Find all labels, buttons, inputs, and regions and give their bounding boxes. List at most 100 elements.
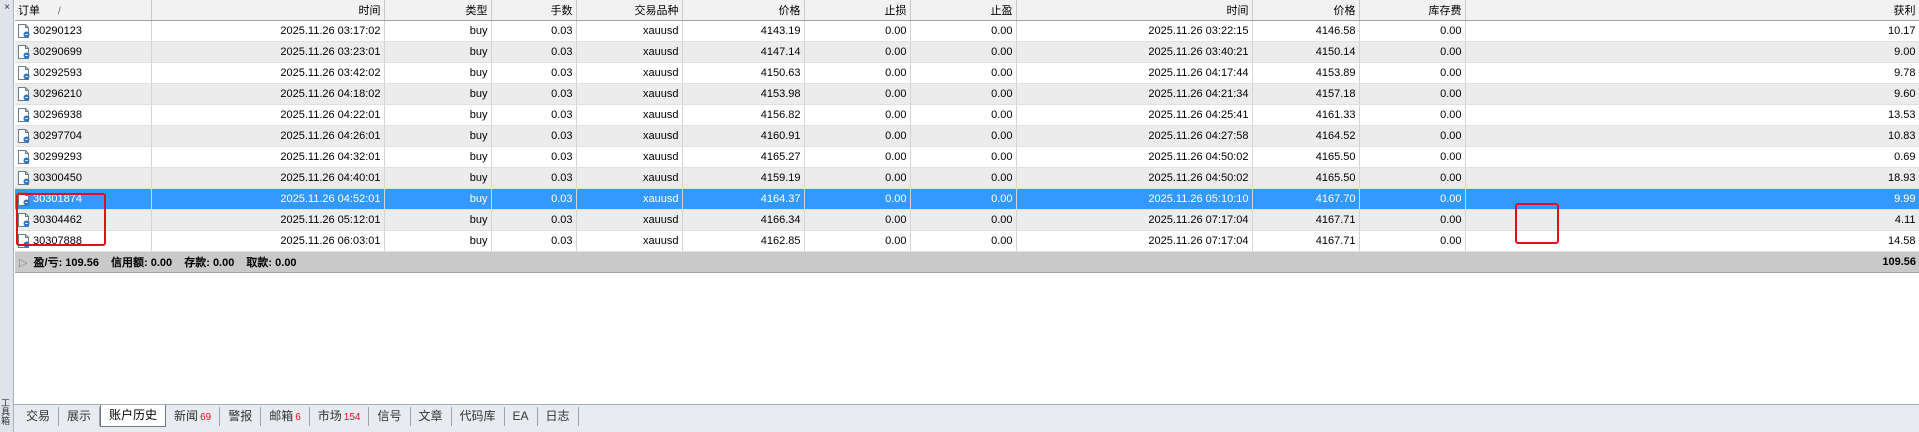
cell-close-price: 4165.50 <box>1252 167 1360 189</box>
column-header-take-profit[interactable]: 止盈 <box>910 0 1017 21</box>
tab-11[interactable]: 日志 <box>538 407 579 426</box>
column-header-profit[interactable]: 获利 <box>1465 0 1919 21</box>
tab-label: 账户历史 <box>109 408 158 422</box>
cell-order: 30292593 <box>15 62 152 84</box>
cell-symbol: xauusd <box>576 20 683 42</box>
cell-symbol: xauusd <box>576 62 683 84</box>
tab-strip: 交易 展示 账户历史 新闻 69 警报 邮箱 6 市场 154 信号 文章 代码库 EA 日志 <box>18 405 579 427</box>
cell-type: buy <box>384 230 492 252</box>
cell-swap: 0.00 <box>1359 188 1466 210</box>
summary-deposit: 存款: 0.00 <box>184 256 235 269</box>
cell-stop-loss: 0.00 <box>804 104 911 126</box>
table-row[interactable]: 30301874 2025.11.26 04:52:01 buy 0.03 xauusd… <box>15 188 1919 210</box>
tab-1[interactable]: 展示 <box>59 407 101 426</box>
column-header-close-price[interactable]: 价格 <box>1252 0 1360 21</box>
summary-row: ▷ 盈/亏: 109.56 信用额: 0.00 存款: 0.00 取款: 0.0… <box>15 251 1919 273</box>
cell-swap: 0.00 <box>1359 20 1466 42</box>
table-row[interactable]: 30299293 2025.11.26 04:32:01 buy 0.03 xauusd… <box>15 146 1919 168</box>
history-table: 订单 / 时间 类型 手数 交易品种 价格 止损 止盈 时间 价格 库存费 获利 … <box>15 0 1919 273</box>
cell-close-time: 2025.11.26 07:17:04 <box>1016 230 1253 252</box>
cell-volume: 0.03 <box>491 230 577 252</box>
tab-9[interactable]: 代码库 <box>452 407 505 426</box>
table-row[interactable]: 30304462 2025.11.26 05:12:01 buy 0.03 xauusd… <box>15 209 1919 231</box>
table-row[interactable]: 30296938 2025.11.26 04:22:01 buy 0.03 xauusd… <box>15 104 1919 126</box>
column-header-type[interactable]: 类型 <box>384 0 492 21</box>
cell-take-profit: 0.00 <box>910 188 1017 210</box>
cell-open-price: 4147.14 <box>682 41 805 63</box>
annotation-box-profit-summary <box>16 193 106 246</box>
tab-2[interactable]: 账户历史 <box>100 405 167 427</box>
cell-close-time: 2025.11.26 04:25:41 <box>1016 104 1253 126</box>
cell-volume: 0.03 <box>491 41 577 63</box>
summary-profit: 盈/亏: 109.56 <box>33 256 99 269</box>
column-header-swap[interactable]: 库存费 <box>1359 0 1466 21</box>
sort-indicator: / <box>58 5 61 17</box>
cell-profit: 13.53 <box>1465 104 1919 126</box>
table-row[interactable]: 30297704 2025.11.26 04:26:01 buy 0.03 xauusd… <box>15 125 1919 147</box>
tab-0[interactable]: 交易 <box>18 407 60 426</box>
cell-close-price: 4161.33 <box>1252 104 1360 126</box>
table-row[interactable]: 30292593 2025.11.26 03:42:02 buy 0.03 xauusd… <box>15 62 1919 84</box>
cell-swap: 0.00 <box>1359 167 1466 189</box>
column-header-open-time[interactable]: 时间 <box>151 0 385 21</box>
cell-take-profit: 0.00 <box>910 230 1017 252</box>
cell-profit: 9.60 <box>1465 83 1919 105</box>
cell-close-time: 2025.11.26 03:40:21 <box>1016 41 1253 63</box>
cell-swap: 0.00 <box>1359 125 1466 147</box>
table-body: 30290123 2025.11.26 03:17:02 buy 0.03 xauusd… <box>15 20 1919 252</box>
column-header-open-price[interactable]: 价格 <box>682 0 805 21</box>
cell-type: buy <box>384 146 492 168</box>
cell-open-time: 2025.11.26 04:32:01 <box>151 146 385 168</box>
tab-5[interactable]: 邮箱 6 <box>261 407 310 426</box>
close-icon[interactable]: × <box>2 3 12 13</box>
cell-open-price: 4153.98 <box>682 83 805 105</box>
cell-close-price: 4150.14 <box>1252 41 1360 63</box>
tab-label: 警报 <box>228 409 253 423</box>
tab-4[interactable]: 警报 <box>220 407 262 426</box>
tab-label: 代码库 <box>459 409 496 423</box>
cell-order: 30290699 <box>15 41 152 63</box>
column-header-symbol[interactable]: 交易品种 <box>576 0 683 21</box>
tab-label: 交易 <box>26 409 51 423</box>
cell-open-price: 4165.27 <box>682 146 805 168</box>
column-header-order[interactable]: 订单 / <box>15 0 152 21</box>
cell-swap: 0.00 <box>1359 146 1466 168</box>
tab-label: 日志 <box>545 409 570 423</box>
cell-close-time: 2025.11.26 04:50:02 <box>1016 167 1253 189</box>
cell-type: buy <box>384 20 492 42</box>
cell-take-profit: 0.00 <box>910 125 1017 147</box>
cell-swap: 0.00 <box>1359 41 1466 63</box>
table-row[interactable]: 30290123 2025.11.26 03:17:02 buy 0.03 xauusd… <box>15 20 1919 42</box>
tab-6[interactable]: 市场 154 <box>310 407 370 426</box>
table-row[interactable]: 30300450 2025.11.26 04:40:01 buy 0.03 xauusd… <box>15 167 1919 189</box>
cell-swap: 0.00 <box>1359 104 1466 126</box>
order-number: 30297704 <box>33 129 82 142</box>
cell-close-time: 2025.11.26 05:10:10 <box>1016 188 1253 210</box>
history-grid: 订单 / 时间 类型 手数 交易品种 价格 止损 止盈 时间 价格 库存费 获利 … <box>15 0 1919 273</box>
document-icon <box>17 65 30 80</box>
column-header-volume[interactable]: 手数 <box>491 0 577 21</box>
tab-3[interactable]: 新闻 69 <box>166 407 221 426</box>
table-row[interactable]: 30307888 2025.11.26 06:03:01 buy 0.03 xauusd… <box>15 230 1919 252</box>
summary-credit: 信用额: 0.00 <box>111 256 173 269</box>
cell-profit: 9.78 <box>1465 62 1919 84</box>
cell-profit: 0.69 <box>1465 146 1919 168</box>
summary-withdrawal: 取款: 0.00 <box>246 256 297 269</box>
cell-type: buy <box>384 83 492 105</box>
column-header-close-time[interactable]: 时间 <box>1016 0 1253 21</box>
table-row[interactable]: 30290699 2025.11.26 03:23:01 buy 0.03 xauusd… <box>15 41 1919 63</box>
cell-open-time: 2025.11.26 04:52:01 <box>151 188 385 210</box>
table-row[interactable]: 30296210 2025.11.26 04:18:02 buy 0.03 xauusd… <box>15 83 1919 105</box>
order-number: 30290699 <box>33 45 82 58</box>
document-icon <box>17 107 30 122</box>
cell-open-price: 4150.63 <box>682 62 805 84</box>
tab-8[interactable]: 文章 <box>411 407 452 426</box>
cell-order: 30299293 <box>15 146 152 168</box>
tab-7[interactable]: 信号 <box>369 407 411 426</box>
cell-profit: 18.93 <box>1465 167 1919 189</box>
column-header-stop-loss[interactable]: 止损 <box>804 0 911 21</box>
tab-10[interactable]: EA <box>505 407 538 426</box>
cell-symbol: xauusd <box>576 41 683 63</box>
cell-symbol: xauusd <box>576 230 683 252</box>
cell-open-time: 2025.11.26 03:42:02 <box>151 62 385 84</box>
